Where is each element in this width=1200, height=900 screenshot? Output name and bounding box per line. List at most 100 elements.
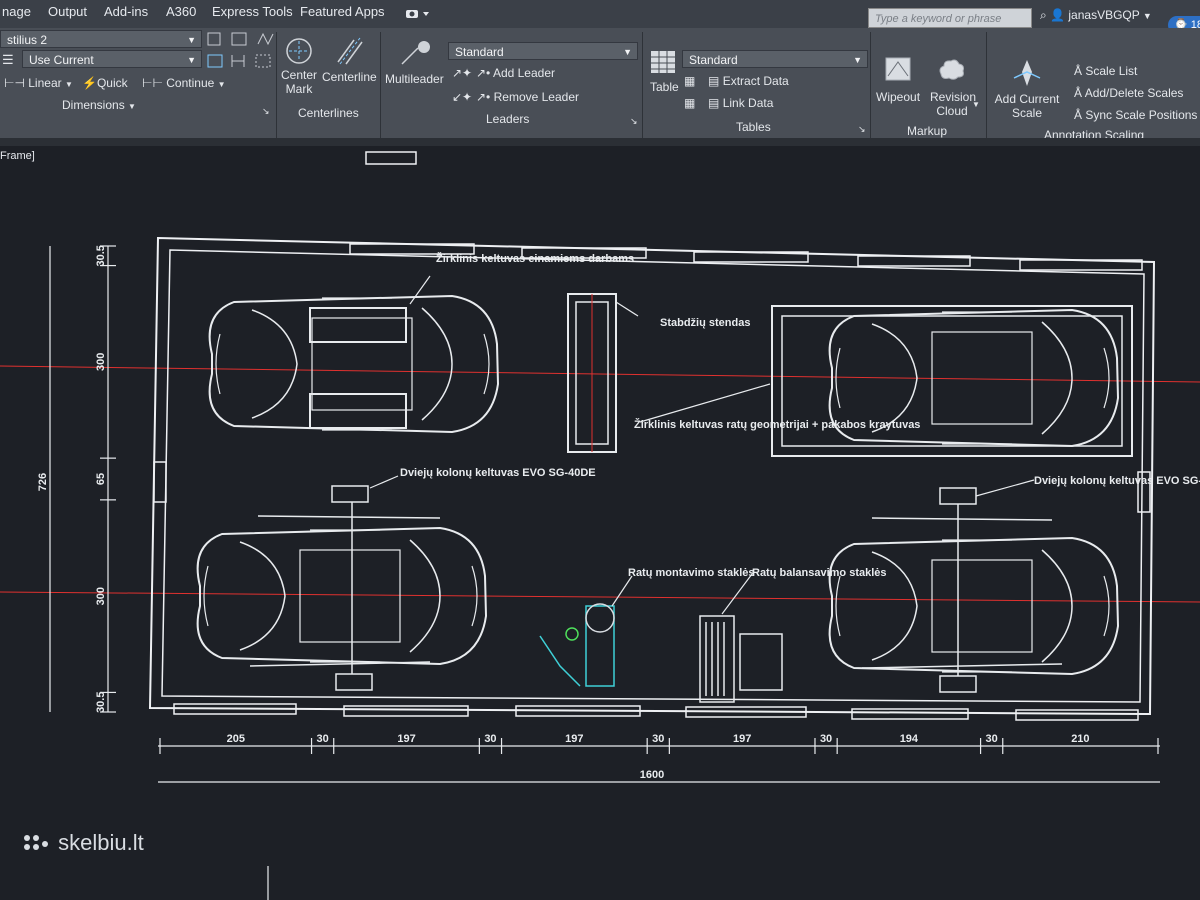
extract-data-button[interactable]: ▤ Extract Data	[708, 74, 789, 88]
chevron-down-icon[interactable]: ▼	[972, 100, 980, 109]
dimension-style-select[interactable]: stilius 2 ▼	[0, 30, 202, 48]
guide-line-lower	[0, 591, 1200, 603]
chevron-down-icon: ▼	[64, 80, 73, 89]
layer-stack-icon: ☰	[2, 52, 14, 67]
dim-left-value: 300	[95, 587, 107, 605]
watermark-logo: skelbiu.lt	[22, 830, 144, 856]
dim-tool-icons-row1[interactable]	[206, 30, 276, 51]
label-two-post-left: Dviejų kolonų keltuvas EVO SG-40DE	[400, 467, 596, 479]
menu-express-tools[interactable]: Express Tools	[212, 4, 293, 19]
markup-panel-title: Markup	[907, 124, 948, 138]
wheel-balancer	[699, 615, 783, 703]
dim-total-height: 726	[37, 473, 49, 491]
wipeout-button[interactable]: Wipeout	[876, 90, 920, 104]
top-marker	[365, 151, 417, 165]
menu-addins[interactable]: Add-ins	[104, 4, 148, 19]
label-tire-changer: Ratų montavimo staklės	[628, 567, 755, 579]
panel-divider	[380, 32, 381, 142]
dimensions-panel-title[interactable]: Dimensions ▼	[62, 98, 136, 112]
floor-plan-drawing[interactable]: Žirklinis keltuvas einamiems darbams Sta…	[0, 146, 1200, 900]
panel-launcher-icon[interactable]: ↘	[858, 124, 866, 135]
left-dimensions: 30.5 300 65 300 30.5	[95, 245, 116, 713]
menu-featured-apps[interactable]: Featured Apps	[300, 4, 385, 19]
scale-list-icon: Å	[1074, 64, 1083, 78]
panel-divider	[870, 32, 871, 142]
menu-output[interactable]: Output	[48, 4, 87, 19]
menu-a360[interactable]: A360	[166, 4, 196, 19]
leader-style-select[interactable]: Standard ▼	[448, 42, 638, 60]
chevron-down-icon: ▼	[853, 55, 862, 65]
label-wheel-balancer: Ratų balansavimo staklės	[752, 567, 887, 579]
dim-bottom-value: 197	[565, 733, 583, 745]
watermark-dots-icon	[24, 835, 48, 851]
dim-bottom-value: 30	[317, 733, 329, 745]
revision-cloud-icon	[936, 56, 966, 85]
tables-panel-title: Tables	[736, 120, 771, 134]
add-scale-icon	[1012, 58, 1042, 91]
table-data-icon: ▦	[684, 74, 696, 88]
binoculars-icon[interactable]: ⌕	[1040, 8, 1047, 22]
dim-left-value: 30.5	[95, 245, 107, 266]
panel-launcher-icon[interactable]: ↘	[262, 106, 270, 117]
sync-scale-icon: Å	[1074, 108, 1083, 122]
leader-collect-icon[interactable]: ↙✦	[452, 90, 472, 104]
dim-total-width: 1600	[640, 769, 664, 781]
centerline-button[interactable]: Centerline	[322, 70, 377, 84]
chevron-down-icon: ▼	[187, 35, 196, 45]
user-account[interactable]: ⌕ 👤 janasVBGQP ▼	[1040, 8, 1152, 23]
add-leader-icon: ↗•	[476, 66, 491, 80]
dim-bottom-value: 205	[227, 733, 245, 745]
label-geometry-lift: Žirklinis keltuvas ratų geometrijai + pa…	[634, 418, 920, 431]
menu-manage[interactable]: nage	[2, 4, 31, 19]
dim-tool-icons-row2[interactable]	[206, 52, 276, 73]
table-style-select[interactable]: Standard ▼	[682, 50, 868, 68]
dim-left-value: 65	[95, 473, 107, 485]
label-two-post-right: Dviejų kolonų keltuvas EVO SG-40DE	[1034, 475, 1200, 487]
scale-list-button[interactable]: Å Scale List	[1074, 64, 1137, 78]
leader-align-icon[interactable]: ↗✦	[452, 66, 472, 80]
bottom-dimensions: 205 30 197 30 197 30 197 30 194 30 210	[159, 733, 1159, 754]
sync-scale-positions-button[interactable]: Å Sync Scale Positions	[1074, 108, 1197, 122]
extract-data-icon: ▤	[708, 74, 720, 88]
dim-bottom-value: 197	[733, 733, 751, 745]
chevron-down-icon[interactable]: ▼	[1143, 11, 1152, 21]
linear-dimension-button[interactable]: ⊢⊣ Linear ▼	[4, 76, 73, 90]
revision-cloud-button[interactable]: Revision Cloud	[930, 90, 976, 118]
centerlines-panel-title: Centerlines	[298, 106, 359, 120]
user-icon: 👤	[1050, 8, 1066, 22]
linear-dimension-icon: ⊢⊣	[4, 76, 25, 90]
dim-bottom-value: 30	[820, 733, 832, 745]
panel-divider	[642, 32, 643, 142]
table-button[interactable]: Table	[650, 80, 679, 94]
center-mark-button[interactable]: Center Mark	[281, 68, 317, 96]
dimension-layer-select[interactable]: Use Current ▼	[22, 50, 202, 68]
dim-bottom-value: 30	[986, 733, 998, 745]
add-delete-scales-button[interactable]: Å Add/Delete Scales	[1074, 86, 1183, 100]
drawing-canvas[interactable]: Frame] Žirklinis keltuvas einamiems darb…	[0, 146, 1200, 900]
menu-bar: nage Output Add-ins A360 Express Tools F…	[0, 0, 1200, 34]
search-input[interactable]: Type a keyword or phrase	[868, 8, 1032, 28]
dim-bottom-value: 30	[484, 733, 496, 745]
continue-dimension-button[interactable]: ⊢⊢ Continue ▼	[142, 76, 226, 90]
car-bottom-right	[828, 537, 1119, 675]
ribbon-border	[0, 138, 1200, 146]
chevron-down-icon: ▼	[128, 102, 136, 111]
panel-launcher-icon[interactable]: ↘	[630, 116, 638, 127]
add-current-scale-button[interactable]: Add Current Scale	[994, 92, 1060, 120]
user-name: janasVBGQP	[1068, 8, 1140, 22]
chevron-down-icon: ▼	[187, 55, 196, 65]
tire-changer	[539, 603, 615, 687]
guide-line-upper	[0, 365, 1200, 383]
remove-leader-button[interactable]: ↗• Remove Leader	[476, 90, 579, 104]
leaders-panel-title: Leaders	[486, 112, 530, 126]
add-leader-button[interactable]: ↗• Add Leader	[476, 66, 555, 80]
dim-bottom-value: 210	[1071, 733, 1089, 745]
label-brake-stand: Stabdžių stendas	[660, 317, 750, 329]
quick-dimension-button[interactable]: ⚡Quick	[82, 76, 128, 90]
link-data-button[interactable]: ▤ Link Data	[708, 96, 773, 110]
table-icon	[650, 50, 676, 77]
link-data-icon: ▤	[708, 96, 720, 110]
camera-icon[interactable]	[404, 6, 430, 20]
multileader-button[interactable]: Multileader	[385, 72, 444, 86]
car-top-left	[208, 295, 499, 433]
